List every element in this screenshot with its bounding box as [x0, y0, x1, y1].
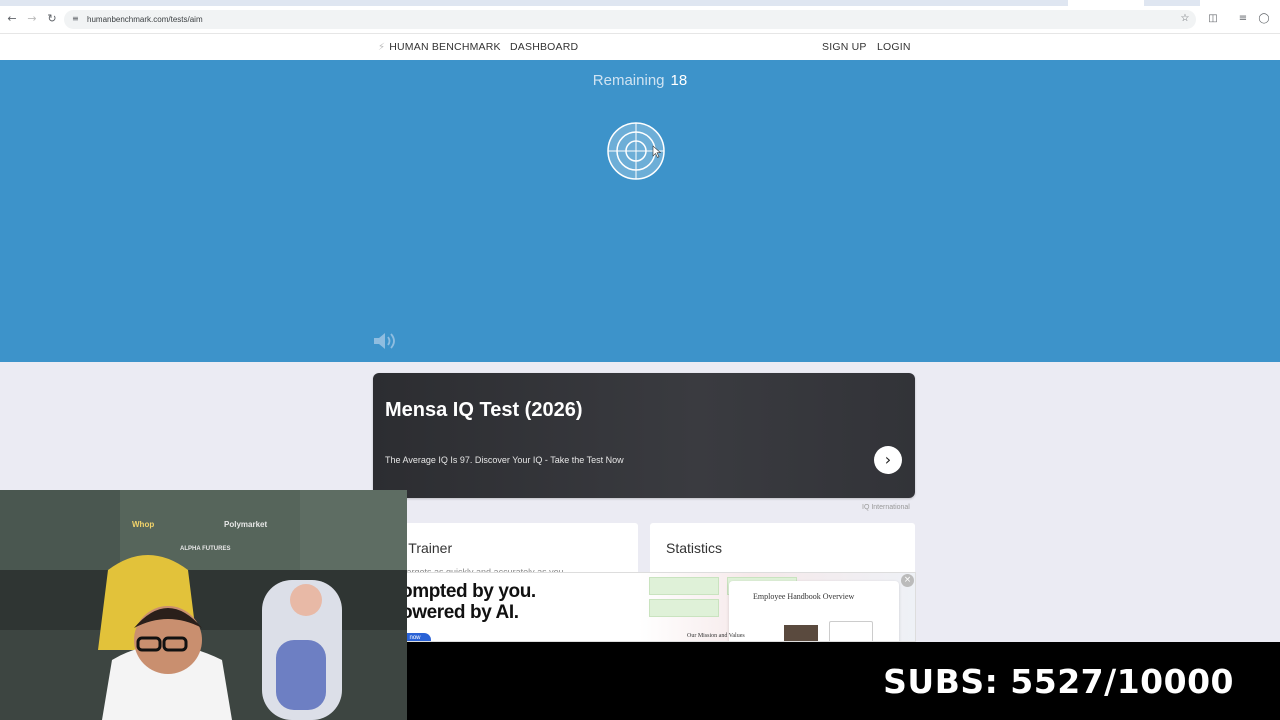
ad-photo — [784, 625, 818, 641]
webcam-feed: Whop ALPHA FUTURES Polymarket — [0, 490, 407, 720]
webcam-scene — [0, 490, 407, 720]
close-icon[interactable]: × — [901, 574, 914, 587]
subs-counter: SUBS: 5527/10000 — [883, 662, 1234, 701]
volume-icon[interactable] — [372, 331, 400, 351]
sponsor-logo: ALPHA FUTURES — [180, 546, 231, 552]
doc-subtitle: Our Mission and Values — [687, 633, 745, 639]
target-icon[interactable] — [607, 122, 665, 180]
browser-tab[interactable] — [1068, 0, 1144, 6]
aim-test-area[interactable]: Remaining 18 — [0, 60, 1280, 362]
brand-label: HUMAN BENCHMARK — [389, 41, 501, 53]
browser-tab[interactable] — [1200, 0, 1280, 6]
banner-headline-1: ompted by you. — [401, 581, 536, 602]
bookmark-star-icon[interactable]: ☆ — [1178, 12, 1192, 26]
media-controls-icon[interactable]: ≡ — [1236, 12, 1250, 26]
bolt-icon: ⚡ — [378, 42, 386, 53]
tab-strip — [0, 0, 1280, 6]
ad-mini-card — [829, 621, 873, 641]
doc-title: Employee Handbook Overview — [753, 592, 855, 601]
card-title: Statistics — [666, 540, 723, 556]
ad-sticky-note — [649, 577, 719, 595]
url-text[interactable]: humanbenchmark.com/tests/aim — [87, 14, 203, 25]
dashboard-link[interactable]: DASHBOARD — [510, 41, 578, 53]
chevron-right-icon[interactable]: › — [874, 446, 902, 474]
sponsor-logo: Polymarket — [224, 520, 268, 529]
banner-ad[interactable]: ompted by you. owered by AI. now Employe… — [398, 572, 916, 642]
split-view-icon[interactable]: ◫ — [1206, 12, 1220, 26]
ad-text[interactable]: The Average IQ Is 97. Discover Your IQ -… — [385, 455, 624, 465]
reload-icon[interactable]: ↻ — [45, 12, 59, 26]
ad-sticky-note — [649, 599, 719, 617]
back-icon[interactable]: ← — [5, 12, 19, 26]
address-bar[interactable]: ≡ humanbenchmark.com/tests/aim — [64, 10, 1196, 29]
ad-source[interactable]: IQ International — [862, 504, 910, 511]
sponsor-logo: Whop — [132, 520, 155, 529]
banner-headline-2: owered by AI. — [401, 602, 519, 623]
site-navbar: ⚡ HUMAN BENCHMARK DASHBOARD SIGN UP LOGIN — [0, 34, 1280, 60]
forward-icon[interactable]: → — [25, 12, 39, 26]
ad-card[interactable]: Mensa IQ Test (2026) The Average IQ Is 9… — [373, 373, 915, 498]
remaining-counter: Remaining 18 — [0, 72, 1280, 89]
signup-link[interactable]: SIGN UP — [822, 41, 867, 53]
remaining-label: Remaining — [592, 72, 665, 89]
browser-toolbar: ← → ↻ ≡ humanbenchmark.com/tests/aim ☆ ◫… — [0, 0, 1280, 34]
profile-icon[interactable]: ◯ — [1257, 12, 1271, 26]
site-info-icon[interactable]: ≡ — [72, 14, 82, 24]
login-link[interactable]: LOGIN — [877, 41, 911, 53]
brand-link[interactable]: ⚡ HUMAN BENCHMARK — [378, 41, 501, 53]
ad-title[interactable]: Mensa IQ Test (2026) — [385, 399, 582, 422]
remaining-count: 18 — [670, 72, 688, 89]
